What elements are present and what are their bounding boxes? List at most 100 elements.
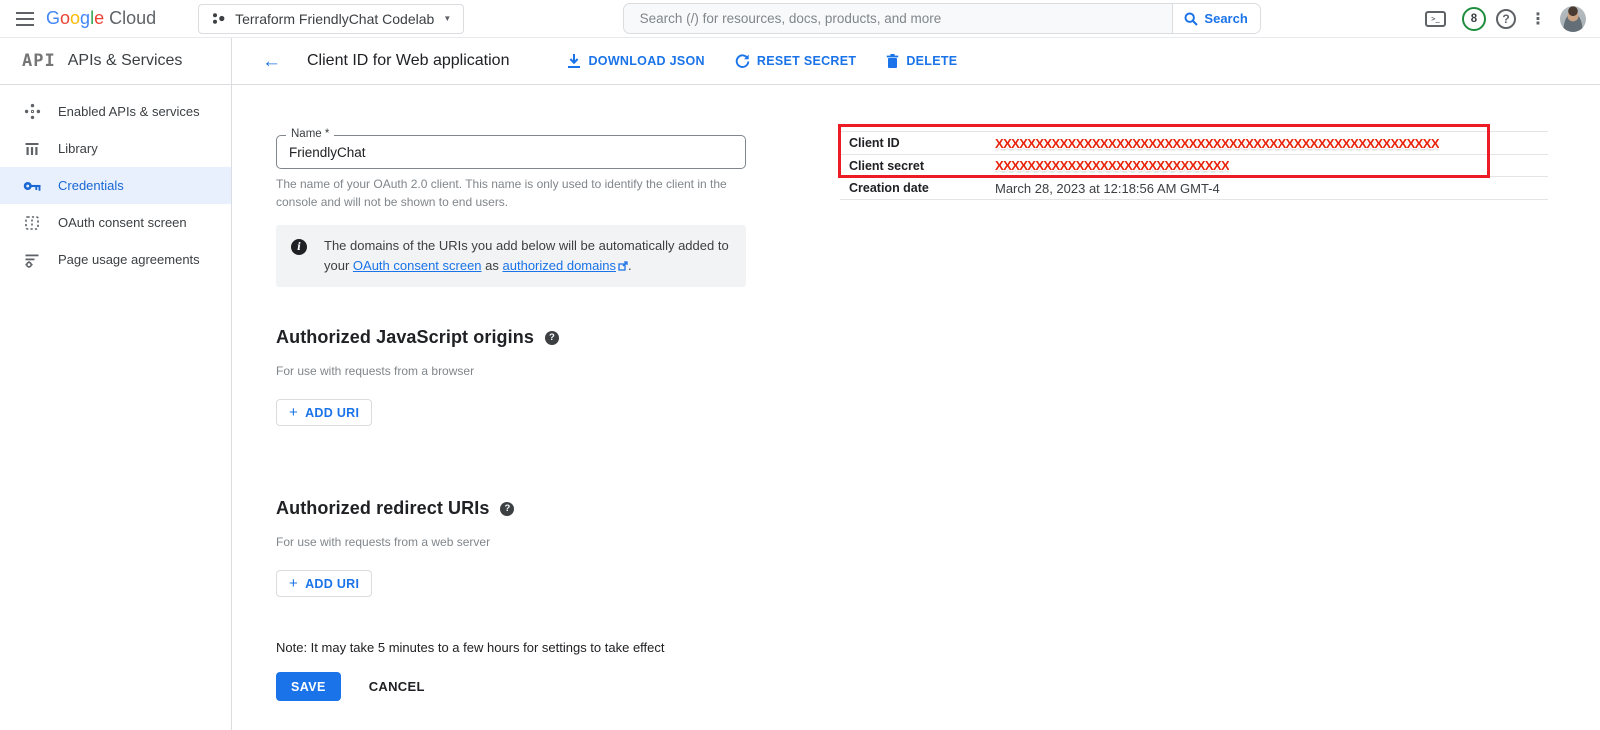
- name-input[interactable]: [277, 136, 745, 168]
- download-json-button[interactable]: DOWNLOAD JSON: [567, 54, 704, 69]
- creation-date-label: Creation date: [840, 181, 995, 195]
- project-selector[interactable]: Terraform FriendlyChat Codelab ▼: [198, 4, 464, 34]
- header-actions: DOWNLOAD JSON RESET SECRET DELETE: [567, 54, 957, 69]
- cancel-button[interactable]: CANCEL: [369, 679, 425, 694]
- client-id-value: XXXXXXXXXXXXXXXXXXXXXXXXXXXXXXXXXXXXXXXX…: [995, 136, 1439, 151]
- sidebar-item-enabled-apis[interactable]: Enabled APIs & services: [0, 93, 231, 130]
- help-icon[interactable]: ?: [500, 502, 514, 516]
- notice-text: as: [482, 258, 503, 273]
- logo-letter: o: [70, 8, 80, 29]
- add-uri-button-redirects[interactable]: + ADD URI: [276, 570, 372, 597]
- chevron-down-icon: ▼: [443, 14, 451, 23]
- content-row: Enabled APIs & services Library Credenti…: [0, 85, 1600, 730]
- project-name: Terraform FriendlyChat Codelab: [235, 11, 434, 27]
- notifications-badge[interactable]: 8: [1462, 7, 1486, 31]
- sidebar-item-label: Enabled APIs & services: [58, 104, 200, 119]
- top-app-bar: G o o g l e Cloud Terraform FriendlyChat…: [0, 0, 1600, 38]
- sidebar-item-page-usage[interactable]: Page usage agreements: [0, 241, 231, 278]
- add-uri-button-origins[interactable]: + ADD URI: [276, 399, 372, 426]
- oauth-consent-icon: [23, 215, 41, 231]
- hamburger-icon: [16, 12, 34, 26]
- page-header-main: ← Client ID for Web application DOWNLOAD…: [232, 38, 1600, 84]
- page-header: API APIs & Services ← Client ID for Web …: [0, 38, 1600, 85]
- add-uri-label: ADD URI: [305, 406, 359, 420]
- sidebar-item-label: Library: [58, 141, 98, 156]
- app-root: G o o g l e Cloud Terraform FriendlyChat…: [0, 0, 1600, 730]
- reset-secret-label: RESET SECRET: [757, 54, 856, 68]
- logo-letter: o: [60, 8, 70, 29]
- download-icon: [567, 54, 581, 69]
- refresh-icon: [735, 54, 750, 69]
- api-logo: API: [22, 51, 56, 71]
- plus-icon: +: [289, 575, 298, 592]
- reset-secret-button[interactable]: RESET SECRET: [735, 54, 856, 69]
- back-button[interactable]: ←: [258, 50, 285, 73]
- delete-button[interactable]: DELETE: [886, 54, 957, 69]
- client-secret-label: Client secret: [840, 159, 995, 173]
- table-row-client-id: Client ID XXXXXXXXXXXXXXXXXXXXXXXXXXXXXX…: [840, 132, 1548, 155]
- creation-date-value: March 28, 2023 at 12:18:56 AM GMT-4: [995, 181, 1220, 196]
- sidebar-item-library[interactable]: Library: [0, 130, 231, 167]
- name-helper-text: The name of your OAuth 2.0 client. This …: [276, 175, 746, 211]
- oauth-consent-screen-link[interactable]: OAuth consent screen: [353, 258, 482, 273]
- logo-letter: g: [80, 8, 90, 29]
- sidebar-item-oauth-consent[interactable]: OAuth consent screen: [0, 204, 231, 241]
- trash-icon: [886, 54, 899, 69]
- topbar-right-controls: >_ 8 ? ⋮: [1419, 5, 1586, 33]
- user-avatar[interactable]: [1560, 6, 1586, 32]
- page-usage-icon: [23, 252, 41, 268]
- save-button[interactable]: SAVE: [276, 672, 341, 701]
- notice-text: .: [628, 258, 632, 273]
- logo-cloud-text: Cloud: [109, 8, 156, 29]
- info-icon: i: [291, 239, 307, 255]
- logo-letter: e: [94, 8, 104, 29]
- add-uri-label: ADD URI: [305, 577, 359, 591]
- google-cloud-logo[interactable]: G o o g l e Cloud: [46, 8, 156, 29]
- domains-notice-text: The domains of the URIs you add below wi…: [324, 236, 730, 276]
- help-icon[interactable]: ?: [545, 331, 559, 345]
- js-origins-title: Authorized JavaScript origins: [276, 327, 534, 348]
- search-icon: [1184, 12, 1198, 26]
- search-button[interactable]: Search: [1172, 4, 1260, 33]
- sidebar: Enabled APIs & services Library Credenti…: [0, 85, 232, 730]
- question-mark: ?: [1502, 12, 1509, 26]
- sidebar-item-label: Credentials: [58, 178, 124, 193]
- authorized-domains-link[interactable]: authorized domains: [503, 258, 616, 273]
- name-field-label: Name *: [286, 128, 334, 140]
- client-form: Name * The name of your OAuth 2.0 client…: [276, 123, 746, 701]
- settings-note: Note: It may take 5 minutes to a few hou…: [276, 640, 746, 655]
- redirect-uris-subtitle: For use with requests from a web server: [276, 535, 746, 549]
- sidebar-item-credentials[interactable]: Credentials: [0, 167, 231, 204]
- client-id-label: Client ID: [840, 136, 995, 150]
- table-row-creation-date: Creation date March 28, 2023 at 12:18:56…: [840, 177, 1548, 200]
- redirect-uris-title: Authorized redirect URIs: [276, 498, 489, 519]
- domains-notice: i The domains of the URIs you add below …: [276, 225, 746, 287]
- redirect-uris-section: Authorized redirect URIs ? For use with …: [276, 498, 746, 597]
- table-row-client-secret: Client secret XXXXXXXXXXXXXXXXXXXXXXXXXX…: [840, 155, 1548, 177]
- help-icon[interactable]: ?: [1496, 9, 1516, 29]
- logo-letter: G: [46, 8, 60, 29]
- name-field: Name *: [276, 135, 746, 169]
- terminal-icon: >_: [1425, 11, 1446, 27]
- search-input[interactable]: [624, 4, 1172, 33]
- search-bar: Search: [623, 3, 1261, 34]
- cloud-shell-button[interactable]: >_: [1419, 5, 1452, 33]
- product-header[interactable]: API APIs & Services: [0, 38, 232, 84]
- main-menu-button[interactable]: [10, 6, 40, 32]
- enabled-apis-icon: [23, 103, 41, 120]
- client-secret-value: XXXXXXXXXXXXXXXXXXXXXXXXXXXXX: [995, 158, 1229, 173]
- page-title: Client ID for Web application: [307, 52, 509, 70]
- js-origins-subtitle: For use with requests from a browser: [276, 364, 746, 378]
- external-link-icon: [618, 261, 628, 271]
- key-icon: [23, 180, 41, 192]
- download-json-label: DOWNLOAD JSON: [588, 54, 704, 68]
- notification-count: 8: [1471, 13, 1477, 25]
- client-details-table: Client ID XXXXXXXXXXXXXXXXXXXXXXXXXXXXXX…: [840, 131, 1548, 200]
- product-name: APIs & Services: [68, 52, 183, 70]
- more-vert-icon[interactable]: ⋮: [1526, 9, 1550, 29]
- library-icon: [23, 141, 41, 157]
- js-origins-section: Authorized JavaScript origins ? For use …: [276, 327, 746, 426]
- project-icon: [211, 11, 226, 26]
- delete-label: DELETE: [906, 54, 957, 68]
- sidebar-item-label: OAuth consent screen: [58, 215, 187, 230]
